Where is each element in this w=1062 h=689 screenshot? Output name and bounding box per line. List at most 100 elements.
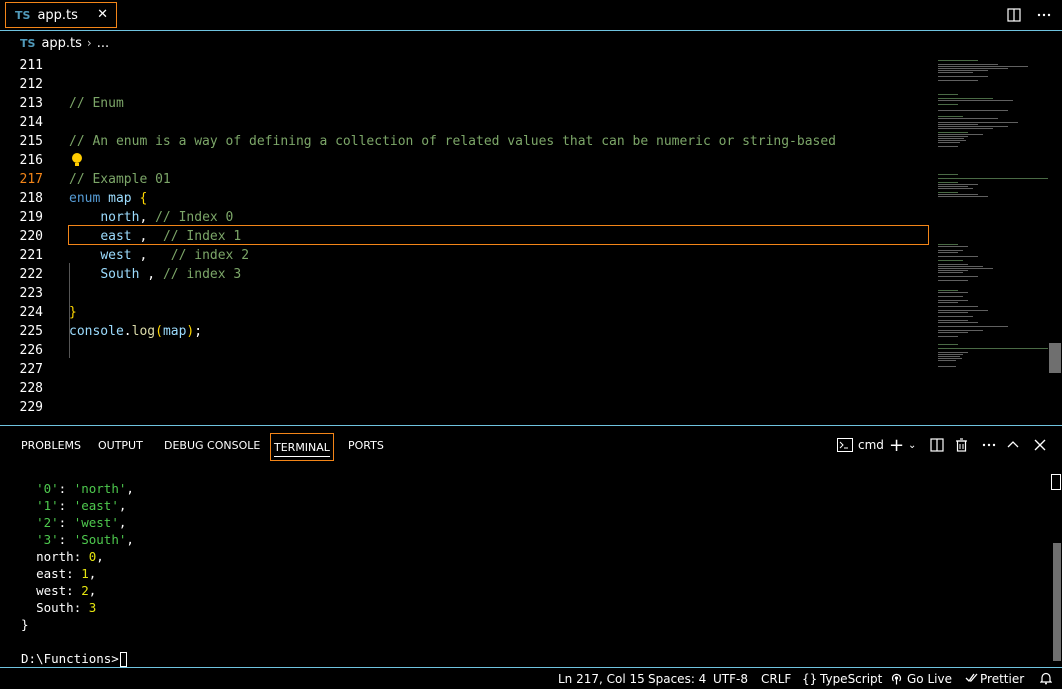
- minimap-line: [938, 312, 968, 313]
- prettier-button[interactable]: Prettier: [980, 672, 1024, 686]
- minimap-line: [938, 192, 958, 193]
- indentation[interactable]: Spaces: 4: [648, 672, 706, 686]
- minimap-line: [938, 126, 1008, 127]
- editor-scrollbar-thumb[interactable]: [1049, 343, 1061, 373]
- terminal-name[interactable]: cmd: [858, 435, 884, 455]
- code-line[interactable]: 226: [0, 341, 929, 360]
- minimap-line: [938, 140, 966, 141]
- tab-terminal[interactable]: TERMINAL: [270, 433, 334, 461]
- tab-app-ts[interactable]: TS app.ts ✕: [5, 2, 117, 28]
- minimap-line: [938, 280, 968, 281]
- code-line[interactable]: 223: [0, 284, 929, 303]
- line-endings[interactable]: CRLF: [761, 672, 791, 686]
- minimap-line: [938, 246, 968, 247]
- terminal-line: '0': 'north',: [36, 481, 134, 496]
- code-text: north, // Index 0: [100, 210, 234, 225]
- code-line[interactable]: 220 east , // Index 1: [0, 227, 929, 246]
- tab-output[interactable]: OUTPUT: [98, 439, 143, 452]
- code-line[interactable]: 216: [0, 151, 929, 170]
- minimap-line: [938, 64, 998, 65]
- line-number: 216: [19, 153, 43, 168]
- tab-debug-console[interactable]: DEBUG CONSOLE: [164, 439, 260, 452]
- split-editor-icon[interactable]: [1006, 7, 1022, 23]
- tab-label: app.ts: [37, 7, 78, 23]
- minimap-line: [938, 80, 978, 81]
- code-line[interactable]: 217 // Example 01: [0, 170, 929, 189]
- close-icon[interactable]: ✕: [97, 7, 108, 22]
- tab-problems[interactable]: PROBLEMS: [21, 439, 81, 452]
- bell-icon[interactable]: [1039, 672, 1053, 688]
- code-line[interactable]: 228: [0, 379, 929, 398]
- split-terminal-icon[interactable]: [930, 435, 944, 455]
- breadcrumb-symbol[interactable]: ...: [97, 36, 109, 51]
- minimap-line: [938, 196, 988, 197]
- terminal-scrollbar-thumb[interactable]: [1053, 543, 1061, 661]
- minimap-line: [938, 76, 988, 77]
- minimap[interactable]: [930, 54, 1048, 425]
- more-actions-icon[interactable]: [982, 435, 996, 455]
- language-mode[interactable]: TypeScript: [820, 672, 882, 686]
- code-text: // Enum: [69, 96, 124, 111]
- terminal-line: east: 1,: [36, 566, 97, 581]
- tab-ports[interactable]: PORTS: [348, 439, 384, 452]
- minimap-line: [938, 302, 958, 303]
- minimap-line: [938, 244, 958, 245]
- breadcrumb: TS app.ts › ...: [0, 32, 1062, 54]
- trash-icon[interactable]: [955, 435, 968, 455]
- line-number: 214: [19, 115, 43, 130]
- minimap-line: [938, 320, 968, 321]
- plus-icon[interactable]: +: [889, 435, 904, 456]
- chevron-down-icon[interactable]: ⌄: [908, 435, 916, 455]
- terminal-shell-icon[interactable]: [837, 435, 853, 455]
- breadcrumb-file[interactable]: app.ts: [41, 36, 81, 51]
- minimap-line: [938, 94, 958, 95]
- minimap-line: [938, 326, 1008, 327]
- minimap-line: [938, 146, 958, 147]
- minimap-line: [938, 296, 963, 297]
- minimap-line: [938, 194, 978, 195]
- code-line[interactable]: 219 north, // Index 0: [0, 208, 929, 227]
- code-line[interactable]: 224}: [0, 303, 929, 322]
- minimap-line: [938, 336, 958, 337]
- code-editor[interactable]: 211 212 213 // Enum 214 215 // An enum is a wa…: [0, 54, 1062, 425]
- minimap-line: [938, 66, 1028, 67]
- code-line[interactable]: 214: [0, 113, 929, 132]
- minimap-line: [938, 188, 973, 189]
- code-line[interactable]: 213 // Enum: [0, 94, 929, 113]
- minimap-line: [938, 110, 1008, 111]
- minimap-line: [938, 128, 993, 129]
- code-line[interactable]: 227: [0, 360, 929, 379]
- code-line[interactable]: 229: [0, 398, 929, 417]
- cursor-position[interactable]: Ln 217, Col 15: [558, 672, 645, 686]
- minimap-line: [938, 266, 983, 267]
- more-actions-icon[interactable]: [1036, 7, 1052, 23]
- code-line[interactable]: 225 console.log(map);: [0, 322, 929, 341]
- line-number: 217: [19, 172, 43, 187]
- minimap-line: [938, 354, 963, 355]
- minimap-line: [938, 174, 958, 175]
- line-number: 219: [19, 210, 43, 225]
- go-live-button[interactable]: Go Live: [907, 672, 952, 686]
- terminal-scrollbar-top[interactable]: [1051, 474, 1061, 490]
- code-line[interactable]: 218 enum map {: [0, 189, 929, 208]
- minimap-line: [938, 138, 964, 139]
- code-text: South , // index 3: [100, 267, 242, 282]
- encoding[interactable]: UTF-8: [713, 672, 748, 686]
- minimap-line: [938, 132, 968, 133]
- chevron-right-icon: ›: [86, 36, 92, 50]
- code-line[interactable]: 215 // An enum is a way of defining a col…: [0, 132, 929, 151]
- close-panel-icon[interactable]: [1034, 435, 1046, 455]
- minimap-line: [938, 322, 978, 323]
- minimap-line: [938, 276, 978, 277]
- minimap-line: [938, 100, 1013, 101]
- minimap-line: [938, 272, 963, 273]
- code-line[interactable]: 211: [0, 56, 929, 75]
- terminal-prompt[interactable]: D:\Functions>: [21, 650, 127, 667]
- line-number: 212: [19, 77, 43, 92]
- code-line[interactable]: 212: [0, 75, 929, 94]
- minimap-line: [938, 264, 968, 265]
- code-line[interactable]: 222 South , // index 3: [0, 265, 929, 284]
- code-line[interactable]: 221 west , // index 2: [0, 246, 929, 265]
- line-number: 215: [19, 134, 43, 149]
- maximize-panel-icon[interactable]: [1007, 435, 1019, 455]
